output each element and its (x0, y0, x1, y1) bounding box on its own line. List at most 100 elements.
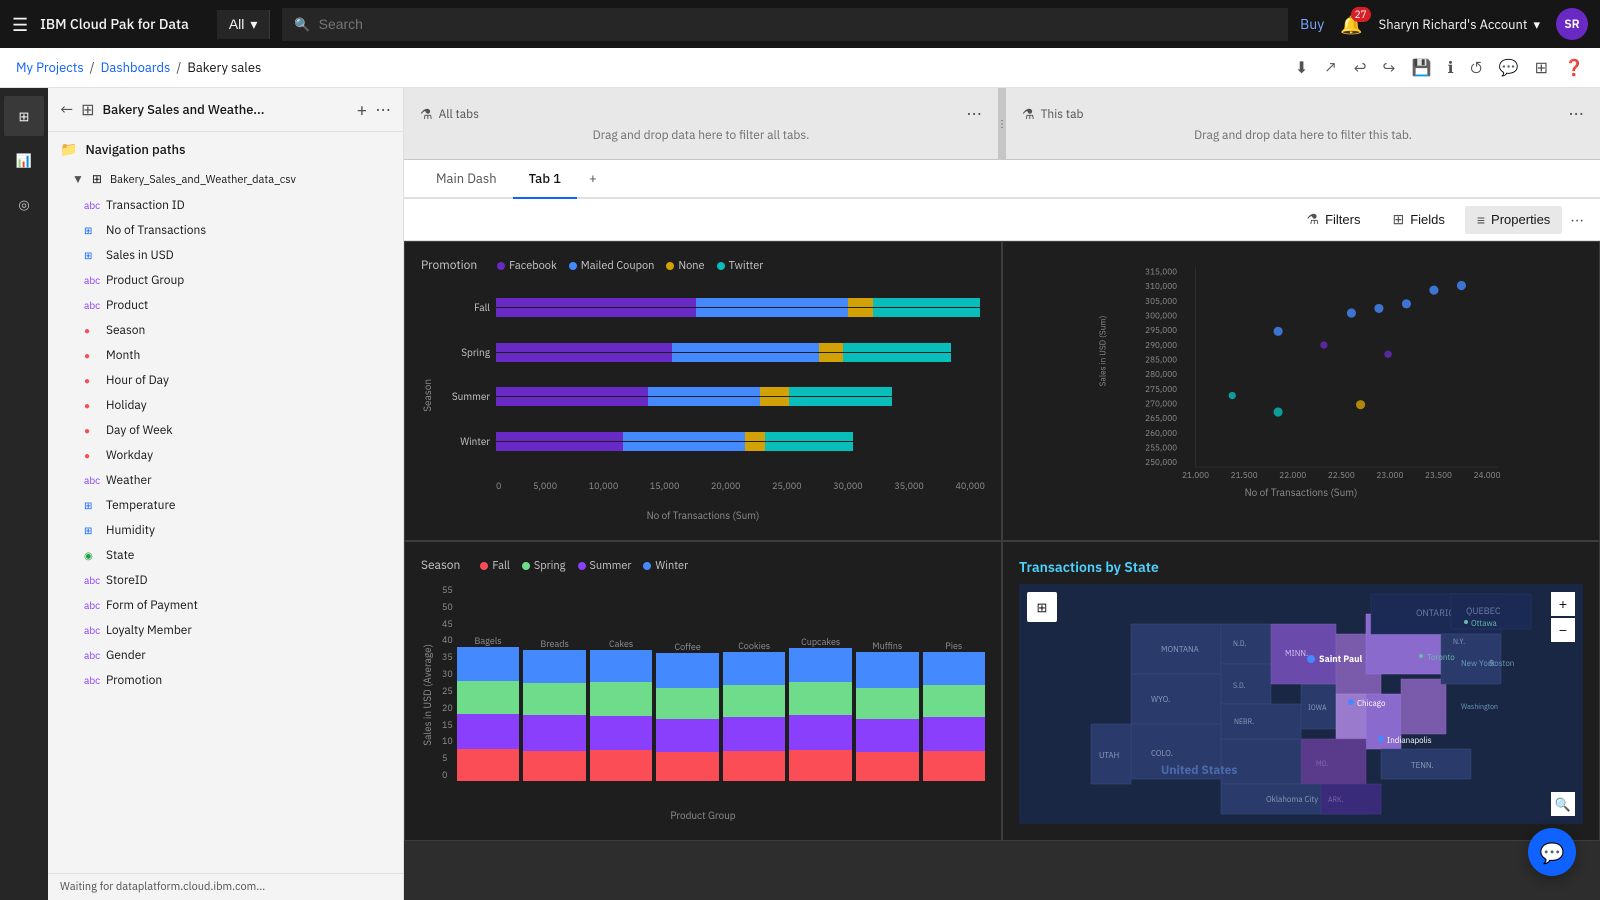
breadcrumb-my-projects[interactable]: My Projects (16, 59, 84, 76)
chat-fab-button[interactable]: 💬 (1528, 828, 1576, 876)
properties-button[interactable]: ≡ Properties (1465, 206, 1562, 234)
sidebar-chart-icon[interactable]: 📊 (4, 140, 44, 180)
data-panel-title: Bakery Sales and Weathe... (103, 101, 349, 118)
map-zoom-out-button[interactable]: − (1551, 618, 1575, 642)
field-name: State (106, 548, 134, 563)
bar-chart-y-axis-label: Season (421, 379, 434, 412)
account-menu[interactable]: Sharyn Richard's Account ▾ (1379, 16, 1540, 33)
notifications-bell[interactable]: 🔔 27 (1340, 13, 1362, 36)
data-panel-nav: ← ⊞ (60, 100, 95, 120)
field-row[interactable]: abc Gender (48, 643, 403, 668)
map-search-button[interactable]: 🔍 (1551, 792, 1575, 816)
more-options-icon[interactable]: ··· (375, 100, 391, 120)
charts-grid: Promotion Facebook Mailed Coupon None (404, 241, 1600, 841)
field-type-icon: abc (84, 599, 98, 612)
scatter-chart-panel: 315,000 310,000 305,000 300,000 295,000 … (1002, 241, 1600, 541)
redo-icon[interactable]: ↪ (1383, 58, 1396, 78)
avatar[interactable]: SR (1556, 8, 1588, 40)
field-type-icon: ⊞ (84, 524, 98, 537)
download-icon[interactable]: ⬇ (1295, 58, 1308, 78)
stacked-chart-panel: Season Fall Spring Summer (404, 541, 1002, 841)
sidebar-target-icon[interactable]: ◎ (4, 184, 44, 224)
save-icon[interactable]: 💾 (1412, 58, 1432, 78)
map-zoom-in-button[interactable]: + (1551, 592, 1575, 616)
svg-text:Oklahoma City: Oklahoma City (1266, 795, 1318, 805)
field-row[interactable]: ⊞ Sales in USD (48, 243, 403, 268)
data-source-row[interactable]: ▼ ⊞ Bakery_Sales_and_Weather_data_csv (48, 166, 403, 193)
field-row[interactable]: abc Loyalty Member (48, 618, 403, 643)
refresh-icon[interactable]: ↺ (1470, 58, 1483, 78)
sidebar-grid-icon[interactable]: ⊞ (4, 96, 44, 136)
chevron-down-icon: ▾ (250, 16, 257, 33)
grid-view-icon[interactable]: ⊞ (81, 100, 94, 120)
undo-icon[interactable]: ↩ (1353, 58, 1366, 78)
field-row[interactable]: ● Month (48, 343, 403, 368)
stacked-col-bagels: Bagels (457, 632, 520, 781)
field-row[interactable]: abc Weather (48, 468, 403, 493)
svg-text:250,000: 250,000 (1145, 458, 1177, 468)
breadcrumb-dashboards[interactable]: Dashboards (101, 59, 171, 76)
top-nav-right: Buy 🔔 27 Sharyn Richard's Account ▾ SR (1300, 8, 1588, 40)
field-row[interactable]: ● Hour of Day (48, 368, 403, 393)
add-tab-button[interactable]: + (577, 163, 609, 195)
global-search[interactable]: 🔍 (282, 8, 1288, 41)
toolbar-more-icon[interactable]: ··· (1570, 211, 1584, 229)
svg-text:MONTANA: MONTANA (1161, 645, 1199, 655)
field-name: Workday (106, 448, 153, 463)
tab-main-dash[interactable]: Main Dash (420, 160, 513, 199)
this-tab-more-icon[interactable]: ··· (1568, 104, 1584, 124)
filters-button[interactable]: ⚗ Filters (1295, 205, 1373, 234)
field-row[interactable]: ⊞ Temperature (48, 493, 403, 518)
help-icon[interactable]: ❓ (1564, 58, 1584, 78)
field-type-icon: ● (84, 399, 98, 412)
map-svg: MONTANA N.D. S.D. WYO. N (1019, 584, 1583, 824)
share-icon[interactable]: ↗ (1324, 58, 1337, 78)
add-data-icon[interactable]: + (357, 98, 368, 121)
svg-text:TENN.: TENN. (1411, 761, 1434, 771)
svg-text:310,000: 310,000 (1145, 282, 1177, 292)
svg-text:N.D.: N.D. (1233, 639, 1246, 648)
dashboard-toolbar: ⚗ Filters ⊞ Fields ≡ Properties ··· (404, 199, 1600, 241)
field-row[interactable]: ⊞ Humidity (48, 518, 403, 543)
field-row[interactable]: ● Holiday (48, 393, 403, 418)
notifications-badge: 27 (1351, 7, 1371, 22)
svg-text:295,000: 295,000 (1145, 326, 1177, 336)
scatter-x-axis-label: No of Transactions (Sum) (1019, 486, 1583, 499)
field-row[interactable]: ● Season (48, 318, 403, 343)
field-row[interactable]: abc StoreID (48, 568, 403, 593)
chat-icon[interactable]: 💬 (1499, 58, 1519, 78)
field-type-icon: abc (84, 274, 98, 287)
field-row[interactable]: ● Day of Week (48, 418, 403, 443)
fields-button[interactable]: ⊞ Fields (1380, 205, 1456, 234)
field-row[interactable]: abc Transaction ID (48, 193, 403, 218)
field-row[interactable]: ⊞ No of Transactions (48, 218, 403, 243)
field-row[interactable]: abc Promotion (48, 668, 403, 693)
svg-text:305,000: 305,000 (1145, 297, 1177, 307)
field-row[interactable]: abc Product Group (48, 268, 403, 293)
info-icon[interactable]: ℹ (1448, 58, 1454, 78)
filter-divider[interactable]: ⋮ (998, 88, 1006, 159)
field-row[interactable]: abc Form of Payment (48, 593, 403, 618)
field-row[interactable]: abc Product (48, 293, 403, 318)
search-input[interactable] (319, 16, 1277, 32)
svg-text:280,000: 280,000 (1145, 370, 1177, 380)
field-row[interactable]: ● Workday (48, 443, 403, 468)
svg-text:260,000: 260,000 (1145, 429, 1177, 439)
map-container: MONTANA N.D. S.D. WYO. N (1019, 584, 1583, 824)
field-type-icon: ◉ (84, 549, 98, 562)
back-arrow-icon[interactable]: ← (60, 100, 73, 120)
field-row[interactable]: ◉ State (48, 543, 403, 568)
tab-tab1[interactable]: Tab 1 (513, 160, 577, 199)
buy-link[interactable]: Buy (1300, 15, 1324, 33)
grid-icon[interactable]: ⊞ (1535, 58, 1548, 78)
stacked-col-cakes: Cakes (590, 635, 653, 781)
field-type-icon: ● (84, 324, 98, 337)
field-type-icon: ● (84, 374, 98, 387)
stacked-col-muffins: Muffins (856, 637, 919, 781)
global-nav-dropdown[interactable]: All ▾ (217, 10, 271, 39)
all-tabs-more-icon[interactable]: ··· (966, 104, 982, 124)
this-tab-filter: ⚗ This tab ··· Drag and drop data here t… (1006, 88, 1600, 159)
hamburger-menu-icon[interactable]: ☰ (12, 13, 28, 36)
field-name: Season (106, 323, 145, 338)
map-layers-button[interactable]: ⊞ (1027, 592, 1057, 622)
